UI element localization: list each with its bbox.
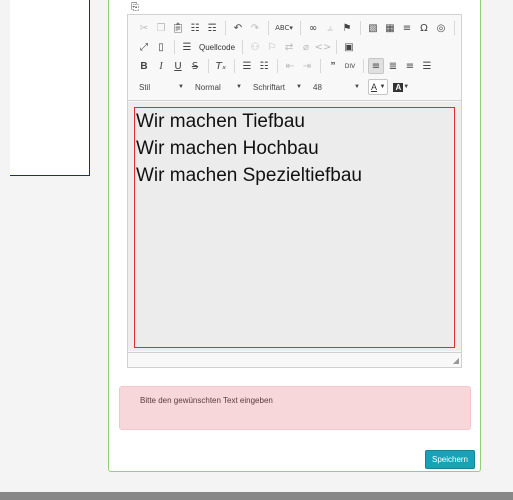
toolbar-separator	[363, 59, 364, 73]
format-select-value: Normal	[195, 82, 221, 92]
paste-text-icon[interactable]: ☷	[187, 20, 203, 36]
align-justify-icon[interactable]: ☰	[419, 58, 435, 74]
table-icon[interactable]: ▦	[382, 20, 398, 36]
qrcode-icon[interactable]: ▣	[341, 39, 357, 55]
toolbar-separator	[268, 21, 269, 35]
bulleted-list-icon[interactable]: ☷	[256, 58, 272, 74]
undo-icon[interactable]: ↶	[230, 20, 246, 36]
toolbar-separator	[242, 40, 244, 54]
validation-alert: Bitte den gewünschten Text eingeben	[119, 386, 471, 430]
resize-handle-icon[interactable]: ◢	[453, 356, 459, 365]
toolbar-row-3: B I U S Tₓ ☰ ☷ ⇤ ⇥ ” DIV ≡ ≣ ≡ ☰	[136, 57, 436, 75]
select-all-icon[interactable]: ⇄	[281, 39, 297, 55]
iframe-icon[interactable]: ◎	[433, 20, 449, 36]
horizontal-line-icon[interactable]: ≡	[399, 20, 415, 36]
source-button-label[interactable]: Quellcode	[196, 39, 238, 55]
toolbar-separator	[336, 40, 338, 54]
redo-icon[interactable]: ↷	[247, 20, 263, 36]
remove-format-icon[interactable]: ⌀	[298, 39, 314, 55]
chevron-down-icon: ▼	[236, 84, 242, 90]
copy-icon[interactable]: ⎘	[131, 3, 139, 13]
toolbar-separator	[360, 21, 361, 35]
left-panel	[10, 0, 90, 176]
align-center-icon[interactable]: ≣	[385, 58, 401, 74]
content-line[interactable]: Wir machen Tiefbau	[136, 108, 454, 135]
maximize-icon[interactable]: ⤢	[136, 39, 152, 55]
replace-icon[interactable]: ⚐	[264, 39, 280, 55]
text-color-button[interactable]: A ▼	[368, 79, 389, 95]
align-right-icon[interactable]: ≡	[402, 58, 418, 74]
toolbar-row-1: ✂ ❐ 📋︎ ☷ ☶ ↶ ↷ ABC▾ ∞ ⫨ ⚑ ▧ ▦ ≡ Ω ◎	[136, 19, 459, 37]
italic-icon[interactable]: I	[153, 58, 169, 74]
toolbar-separator	[277, 59, 278, 73]
font-select-value: Schriftart	[253, 82, 286, 92]
align-left-icon[interactable]: ≡	[368, 58, 384, 74]
toolbar-separator	[320, 59, 321, 73]
clear-format-icon[interactable]: Tₓ	[213, 58, 229, 74]
style-select-value: Stil	[139, 82, 151, 92]
indent-icon[interactable]: ⇥	[299, 58, 315, 74]
editor-toolbar: ✂ ❐ 📋︎ ☷ ☶ ↶ ↷ ABC▾ ∞ ⫨ ⚑ ▧ ▦ ≡ Ω ◎ ⤢ ▯	[128, 15, 461, 101]
toolbar-separator	[454, 21, 455, 35]
toolbar-separator	[300, 21, 301, 35]
content-line[interactable]: Wir machen Hochbau	[136, 135, 454, 162]
size-select[interactable]: 48 ▼	[310, 79, 364, 95]
bottom-bar	[0, 492, 513, 500]
editor-statusbar: ◢	[128, 352, 461, 367]
background-color-button[interactable]: A ▼	[391, 79, 411, 95]
save-button[interactable]: Speichern	[425, 450, 475, 469]
cut-icon[interactable]: ✂	[136, 20, 152, 36]
blockquote-icon[interactable]: ”	[325, 58, 341, 74]
paste-icon[interactable]: 📋︎	[170, 20, 186, 36]
strikethrough-icon[interactable]: S	[187, 58, 203, 74]
code-icon[interactable]: <>	[315, 39, 332, 55]
numbered-list-icon[interactable]: ☰	[239, 58, 255, 74]
editor-content[interactable]: Wir machen Tiefbau Wir machen Hochbau Wi…	[134, 107, 455, 348]
toolbar-separator	[234, 59, 235, 73]
toolbar-separator	[208, 59, 209, 73]
paste-word-icon[interactable]: ☶	[204, 20, 220, 36]
content-line[interactable]: Wir machen Spezieltiefbau	[136, 162, 454, 189]
copy-icon[interactable]: ❐	[153, 20, 169, 36]
format-select[interactable]: Normal ▼	[192, 79, 246, 95]
left-background	[0, 0, 10, 492]
editor-content-area[interactable]: Wir machen Tiefbau Wir machen Hochbau Wi…	[128, 102, 461, 351]
alert-text: Bitte den gewünschten Text eingeben	[140, 396, 273, 405]
font-select[interactable]: Schriftart ▼	[250, 79, 306, 95]
image-icon[interactable]: ▧	[365, 20, 381, 36]
underline-icon[interactable]: U	[170, 58, 186, 74]
special-char-icon[interactable]: Ω	[416, 20, 432, 36]
link-icon[interactable]: ∞	[305, 20, 321, 36]
chevron-down-icon: ▼	[178, 84, 184, 90]
size-select-value: 48	[313, 82, 322, 92]
chevron-down-icon: ▼	[379, 84, 386, 90]
rich-text-editor: ✂ ❐ 📋︎ ☷ ☶ ↶ ↷ ABC▾ ∞ ⫨ ⚑ ▧ ▦ ≡ Ω ◎ ⤢ ▯	[127, 14, 462, 368]
spellcheck-icon[interactable]: ABC▾	[273, 20, 295, 36]
unlink-icon[interactable]: ⫨	[322, 20, 338, 36]
text-color-icon: A	[371, 82, 378, 92]
chevron-down-icon: ▼	[296, 84, 302, 90]
background-color-icon: A	[393, 82, 404, 92]
style-select[interactable]: Stil ▼	[136, 79, 188, 95]
toolbar-separator	[174, 40, 175, 54]
toolbar-row-4: Stil ▼ Normal ▼ Schriftart ▼ 48 ▼ A ▼ A ▼	[136, 78, 411, 96]
chevron-down-icon: ▼	[403, 84, 410, 90]
bold-icon[interactable]: B	[136, 58, 152, 74]
toolbar-separator	[225, 21, 226, 35]
find-icon[interactable]: ⚇	[247, 39, 263, 55]
source-icon[interactable]: ☰	[179, 39, 195, 55]
show-blocks-icon[interactable]: ▯	[153, 39, 169, 55]
anchor-icon[interactable]: ⚑	[339, 20, 355, 36]
chevron-down-icon: ▼	[354, 84, 360, 90]
toolbar-row-2: ⤢ ▯ ☰ Quellcode ⚇ ⚐ ⇄ ⌀ <> ▣	[136, 38, 358, 56]
outdent-icon[interactable]: ⇤	[282, 58, 298, 74]
div-icon[interactable]: DIV	[342, 58, 358, 74]
